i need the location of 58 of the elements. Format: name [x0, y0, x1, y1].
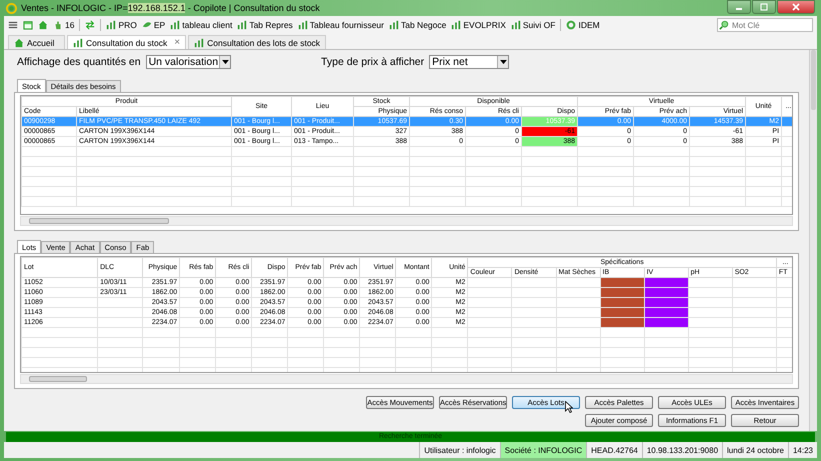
maximize-button[interactable]	[752, 0, 776, 14]
bar-chart-icon	[73, 38, 83, 48]
document-tab[interactable]: Consultation du stock ×	[67, 35, 186, 49]
bar-chart-icon	[451, 20, 462, 30]
toolbar-button[interactable]: Tab Negoce	[388, 20, 446, 30]
status-item: lundi 24 octobre	[722, 442, 788, 458]
filter-label: Affichage des quantités en	[17, 56, 141, 68]
tab-label: Consultation des lots de stock	[207, 38, 320, 48]
toolbar-button[interactable]: Suivi OF	[510, 20, 556, 30]
bar-chart-icon	[194, 38, 204, 48]
toolbar-button[interactable]: EP	[142, 20, 166, 30]
dropdown-arrow-icon	[500, 60, 507, 64]
app-logo-icon	[6, 2, 17, 14]
document-tab[interactable]: Consultation des lots de stock	[188, 35, 326, 49]
bar-chart-icon	[298, 20, 308, 30]
toolbar-button[interactable]: EVOLPRIX	[451, 20, 506, 30]
bar-chart-icon	[388, 20, 399, 30]
toolbar-button[interactable]: IDEM	[566, 20, 600, 30]
close-icon	[791, 3, 801, 11]
window-title: Ventes - INFOLOGIC - IP=192.168.152.1 - Copilote | Consultation du stock	[21, 3, 320, 13]
gear-icon	[566, 20, 576, 30]
vertical-scrollbar[interactable]	[809, 50, 817, 431]
bar-chart-icon	[510, 20, 521, 30]
arrows-icon[interactable]	[85, 20, 96, 30]
toolbar-button[interactable]: PRO	[106, 20, 137, 30]
dropdown[interactable]: Prix net	[429, 55, 510, 69]
toolbar-button[interactable]: tableau client	[170, 20, 232, 30]
home-icon[interactable]	[38, 20, 48, 30]
dropdown[interactable]: Un valorisation	[146, 55, 232, 69]
close-button[interactable]	[777, 0, 815, 14]
document-tab[interactable]: Accueil	[8, 35, 65, 49]
status-item: 10.98.133.201:9080	[642, 442, 722, 458]
toolbar-button[interactable]: Tableau fournisseur	[298, 20, 384, 30]
filter-label: Type de prix à afficher	[321, 56, 424, 68]
maximize-icon	[759, 3, 769, 11]
menu-icon[interactable]	[8, 20, 18, 30]
bar-chart-icon	[106, 20, 116, 30]
toolbar-button[interactable]: 16	[53, 20, 74, 30]
minimize-button[interactable]	[727, 0, 751, 14]
search-field[interactable]: Mot Clé	[717, 18, 813, 32]
tab-label: Consultation du stock	[86, 38, 168, 48]
toolbar-button[interactable]: Tab Repres	[237, 20, 293, 30]
search-icon	[719, 20, 729, 30]
bar-chart-icon	[237, 20, 248, 30]
bar-chart-icon	[170, 20, 180, 30]
status-item: Société : INFOLOGIC	[500, 442, 586, 458]
tab-label: Accueil	[27, 38, 54, 48]
horizontal-scrollbar[interactable]	[20, 216, 793, 226]
horizontal-scrollbar[interactable]	[20, 374, 793, 384]
home-icon	[14, 38, 24, 48]
hand-icon	[53, 20, 63, 30]
calendar-icon[interactable]	[23, 20, 33, 30]
dropdown-arrow-icon	[222, 60, 229, 64]
tab-close-button[interactable]: ×	[174, 38, 180, 48]
status-item: 14:23	[788, 442, 817, 458]
leaf-icon	[142, 20, 152, 30]
mouse-cursor-icon	[565, 401, 573, 413]
status-item: HEAD.42764	[586, 442, 642, 458]
